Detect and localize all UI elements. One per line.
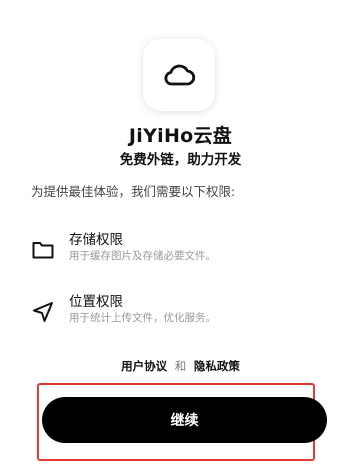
permissions-intro: 为提供最佳体验，我们需要以下权限: — [31, 184, 236, 199]
continue-button-label: 继续 — [170, 413, 199, 429]
permission-onboarding-screen: JiYiHo云盘 免费外链，助力开发 为提供最佳体验，我们需要以下权限: 存储权… — [0, 0, 361, 474]
agreements-conjunction: 和 — [174, 359, 187, 373]
folder-icon — [32, 242, 54, 259]
agreements-line: 用户协议 和 隐私政策 — [0, 358, 361, 374]
app-tagline: 免费外链，助力开发 — [119, 152, 242, 168]
continue-button[interactable]: 继续 — [42, 397, 327, 443]
permission-title: 存储权限 — [69, 232, 123, 248]
app-icon — [143, 39, 215, 111]
location-arrow-icon — [33, 302, 53, 322]
user-agreement-link[interactable]: 用户协议 — [121, 359, 167, 373]
permission-title: 位置权限 — [69, 294, 123, 310]
cloud-icon — [164, 64, 196, 86]
app-name: JiYiHo云盘 — [128, 125, 233, 147]
permission-description: 用于统计上传文件，优化服务。 — [69, 312, 216, 324]
permission-description: 用于缓存图片及存储必要文件。 — [69, 250, 216, 262]
privacy-policy-link[interactable]: 隐私政策 — [194, 359, 240, 373]
permission-item-location: 位置权限 用于统计上传文件，优化服务。 — [31, 293, 331, 333]
permission-item-storage: 存储权限 用于缓存图片及存储必要文件。 — [31, 231, 331, 271]
